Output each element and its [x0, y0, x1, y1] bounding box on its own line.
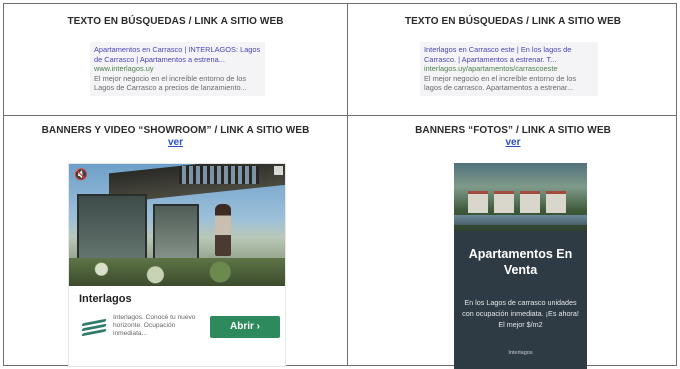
cell-heading: TEXTO EN BÚSQUEDAS / LINK A SITIO WEB — [67, 16, 284, 27]
fotos-banner-brand: Interlagos — [508, 350, 533, 356]
pergola-slats — [179, 166, 259, 184]
building — [520, 191, 540, 213]
lake — [454, 215, 587, 225]
building — [468, 191, 488, 213]
banner-brand-name: Interlagos — [79, 293, 132, 305]
fotos-banner-description: En los Lagos de carrasco unidades con oc… — [462, 298, 579, 329]
showroom-video-frame[interactable]: 🔇 — [69, 164, 285, 286]
interlagos-logo-icon — [81, 318, 107, 337]
search-ad-description: El mejor negocio en el increíble entorno… — [94, 73, 247, 93]
search-ad-description: El mejor negocio en el increíble entorno… — [424, 73, 577, 93]
building — [546, 191, 566, 213]
search-ad-title[interactable]: Apartamentos en Carrasco | INTERLAGOS: L… — [94, 45, 261, 64]
search-ad-preview[interactable]: Interlagos en Carrasco este | En los lag… — [420, 42, 598, 96]
search-ad-title[interactable]: Interlagos en Carrasco este | En los lag… — [424, 45, 594, 64]
aerial-photo — [454, 163, 587, 231]
cell-heading: BANNERS “FOTOS” / LINK A SITIO WEB — [415, 125, 611, 136]
showroom-banner-cell: BANNERS Y VIDEO “SHOWROOM” / LINK A SITI… — [4, 116, 347, 367]
search-text-cell-right: TEXTO EN BÚSQUEDAS / LINK A SITIO WEB In… — [348, 4, 678, 115]
ver-link[interactable]: ver — [348, 137, 678, 148]
banner-subtext: Interlagos. Conocé tu nuevo horizonte. O… — [113, 314, 196, 337]
person-figure — [215, 204, 231, 256]
abrir-button[interactable]: Abrir › — [210, 316, 280, 338]
garden-plants — [69, 258, 285, 286]
ver-link[interactable]: ver — [4, 137, 347, 148]
adchoices-icon[interactable] — [274, 166, 283, 175]
search-ad-url: interlagos.uy/apartamentos/carrascoeste — [424, 64, 558, 74]
showroom-video-banner[interactable]: 🔇 Interlagos Interlagos. Conocé tu nuevo… — [68, 163, 286, 367]
ad-formats-table: TEXTO EN BÚSQUEDAS / LINK A SITIO WEB Ap… — [3, 3, 678, 369]
search-text-cell-left: TEXTO EN BÚSQUEDAS / LINK A SITIO WEB Ap… — [4, 4, 347, 115]
cell-heading: TEXTO EN BÚSQUEDAS / LINK A SITIO WEB — [404, 16, 622, 27]
fotos-banner[interactable]: Apartamentos En Venta En los Lagos de ca… — [454, 163, 587, 369]
building — [494, 191, 514, 213]
mute-icon[interactable]: 🔇 — [74, 169, 88, 181]
cell-heading: BANNERS Y VIDEO “SHOWROOM” / LINK A SITI… — [41, 125, 310, 136]
fotos-banner-title: Apartamentos En Venta — [468, 247, 573, 277]
search-ad-url: www.interlagos.uy — [94, 64, 154, 74]
search-ad-preview[interactable]: Apartamentos en Carrasco | INTERLAGOS: L… — [90, 42, 265, 96]
fotos-banner-cell: BANNERS “FOTOS” / LINK A SITIO WEB ver A… — [348, 116, 678, 369]
